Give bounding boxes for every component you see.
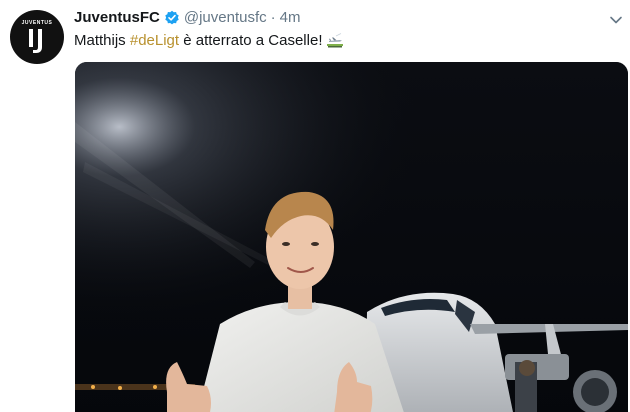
photo-image [75, 62, 628, 412]
chevron-down-icon[interactable] [608, 12, 624, 28]
hashtag-link[interactable]: #deLigt [130, 32, 179, 49]
juventus-logo-icon [29, 28, 42, 53]
tweet-header: JuventusFC @juventusfc · 4m [74, 8, 300, 28]
display-name[interactable]: JuventusFC [74, 8, 160, 28]
tweet-photo[interactable] [75, 62, 628, 412]
tweet-text: Matthijs #deLigt è atterrato a Caselle! [74, 31, 344, 54]
user-handle[interactable]: @juventusfc [184, 8, 267, 28]
avatar[interactable]: JUVENTUS [10, 10, 64, 64]
tweet-card[interactable]: JUVENTUS JuventusFC @juventusfc · 4m Mat… [0, 0, 630, 412]
airplane-landing-emoji-icon [326, 32, 344, 54]
verified-badge-icon [164, 10, 180, 26]
timestamp[interactable]: 4m [280, 8, 301, 28]
tweet-text-prefix: Matthijs [74, 32, 130, 49]
tweet-text-suffix: è atterrato a Caselle! [179, 32, 323, 49]
separator-dot: · [270, 9, 276, 26]
avatar-brand-text: JUVENTUS [21, 19, 53, 26]
